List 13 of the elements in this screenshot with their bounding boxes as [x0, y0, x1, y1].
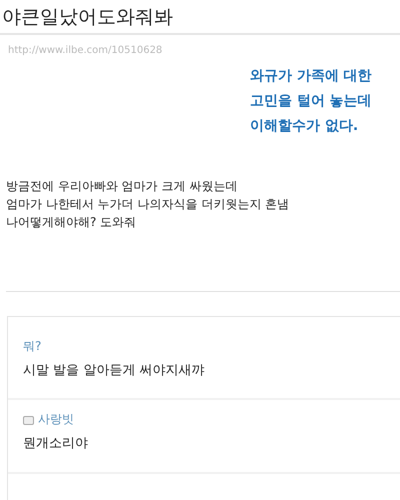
badge-icon [23, 416, 34, 425]
comment-text: 뭔개소리야 [23, 435, 89, 454]
caption-line: 이해할수가 없다. [250, 116, 360, 136]
post-title: 야큰일났어도와줘봐 [0, 0, 400, 35]
post-url[interactable]: http://www.ilbe.com/10510628 [8, 42, 400, 58]
caption-line: 와규가 가족에 대한 [250, 66, 373, 86]
post-body-line: 나어떻게해야해? 도와줘 [6, 214, 138, 231]
comment-text: 시말 발을 알아듣게 써야지새꺄 [23, 362, 206, 380]
comment-author[interactable]: 사랑빗 [38, 412, 74, 426]
comment-author[interactable]: 뭐? [23, 338, 42, 353]
caption-line: 고민을 털어 놓는데 [250, 92, 373, 111]
post-body-line: 엄마가 나한테서 누가더 나의자식을 더키웟는지 혼냄 [6, 196, 290, 213]
post-body-line: 방금전에 우리아빠와 엄마가 크게 싸웠는데 [6, 178, 238, 195]
